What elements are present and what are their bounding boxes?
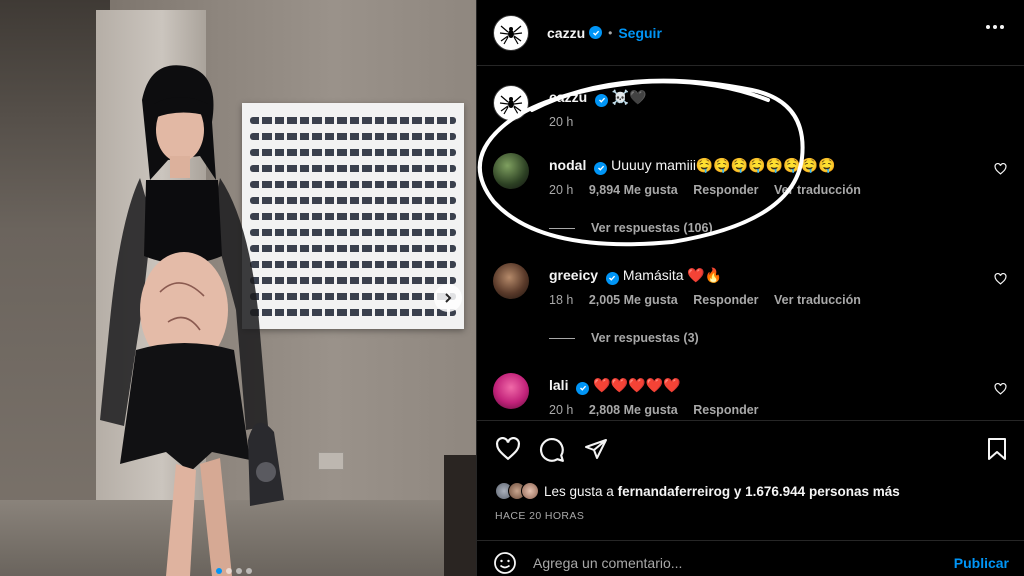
post-action-bar: [477, 420, 1024, 476]
heart-icon[interactable]: [495, 437, 521, 461]
carousel-dot: [236, 568, 242, 574]
comment-likes[interactable]: 2,005 Me gusta: [589, 293, 678, 307]
carousel-dots: [216, 568, 252, 574]
comment-icon[interactable]: [539, 437, 565, 463]
post-comment-button[interactable]: Publicar: [954, 555, 1009, 571]
comment-time: 18 h: [549, 293, 574, 307]
heart-icon[interactable]: [994, 273, 1007, 285]
comment-line: lali ❤️❤️❤️❤️❤️: [549, 377, 680, 395]
carousel-next-button[interactable]: [434, 284, 462, 312]
photo-wall-outlet: [318, 452, 344, 470]
comment-time: 20 h: [549, 183, 574, 197]
translate-button[interactable]: Ver traducción: [774, 183, 861, 197]
translate-button[interactable]: Ver traducción: [774, 293, 861, 307]
carousel-dot: [216, 568, 222, 574]
likes-count[interactable]: y 1.676.944 personas más: [734, 484, 900, 499]
view-replies-label: Ver respuestas (106): [591, 221, 713, 235]
replies-dash: [549, 337, 575, 339]
comment-item: lali ❤️❤️❤️❤️❤️ 20 h 2,808 Me gusta Resp…: [493, 373, 1013, 419]
carousel-dot: [226, 568, 232, 574]
post-time-ago: HACE 20 HORAS: [495, 510, 585, 522]
verified-badge-icon: [594, 161, 608, 175]
caption-text: ☠️🖤: [611, 89, 647, 105]
comment-text: Mamásita ❤️🔥: [622, 267, 723, 283]
comment-composer: Publicar: [477, 540, 1024, 576]
verified-badge-icon: [576, 381, 590, 395]
heart-icon[interactable]: [994, 163, 1007, 175]
view-replies-button[interactable]: Ver respuestas (3): [549, 331, 699, 345]
verified-badge-icon: [595, 93, 609, 107]
post-side-panel: cazzu • Seguir cazzu ☠️🖤 20 h nodal Uuuu…: [476, 0, 1024, 576]
view-replies-button[interactable]: Ver respuestas (106): [549, 221, 713, 235]
verified-badge-icon: [589, 26, 603, 39]
liker-avatar: [521, 482, 539, 500]
comment-meta: 20 h 9,894 Me gusta Responder Ver traduc…: [549, 183, 873, 197]
caption-username[interactable]: cazzu: [549, 89, 587, 105]
view-replies-label: Ver respuestas (3): [591, 331, 699, 345]
caption-meta: 20 h: [549, 115, 585, 129]
more-options-icon[interactable]: [985, 24, 1005, 30]
reply-button[interactable]: Responder: [693, 293, 758, 307]
photo-person-figure: [100, 65, 284, 576]
comment-item: nodal Uuuuy mamiii🤤🤤🤤🤤🤤🤤🤤🤤 20 h 9,894 Me…: [493, 153, 1013, 245]
comment-avatar[interactable]: [493, 373, 529, 409]
comment-item: greeicy Mamásita ❤️🔥 18 h 2,005 Me gusta…: [493, 263, 1013, 355]
comment-meta: 18 h 2,005 Me gusta Responder Ver traduc…: [549, 293, 873, 307]
carousel-dot: [246, 568, 252, 574]
share-icon[interactable]: [583, 437, 609, 461]
header-separator: •: [608, 25, 613, 40]
comment-username[interactable]: nodal: [549, 157, 586, 173]
post-photo[interactable]: [0, 0, 476, 576]
comment-text: ❤️❤️❤️❤️❤️: [593, 377, 681, 393]
spider-logo-icon: [499, 25, 523, 44]
photo-side-table: [444, 455, 476, 576]
likes-summary: Les gusta a fernandaferreirog y 1.676.94…: [495, 482, 900, 500]
comment-likes[interactable]: 2,808 Me gusta: [589, 403, 678, 417]
carousel-next-icon: [445, 293, 452, 303]
comment-line: greeicy Mamásita ❤️🔥: [549, 267, 722, 285]
spider-logo-icon: [499, 95, 523, 115]
caption-line: cazzu ☠️🖤: [549, 89, 647, 107]
comment-likes[interactable]: 9,894 Me gusta: [589, 183, 678, 197]
likes-prefix: Les gusta a: [544, 483, 614, 499]
comment-username[interactable]: greeicy: [549, 267, 598, 283]
author-avatar[interactable]: [493, 14, 529, 51]
emoji-icon[interactable]: [493, 551, 517, 575]
caption-time: 20 h: [549, 115, 574, 129]
author-username[interactable]: cazzu: [547, 25, 585, 41]
replies-dash: [549, 227, 575, 229]
likes-user[interactable]: fernandaferreirog: [618, 484, 731, 499]
comment-avatar[interactable]: [493, 153, 529, 189]
caption-avatar[interactable]: [493, 85, 529, 121]
comment-time: 20 h: [549, 403, 574, 417]
heart-icon[interactable]: [994, 383, 1007, 395]
comments-list[interactable]: cazzu ☠️🖤 20 h nodal Uuuuy mamiii🤤🤤🤤🤤🤤🤤🤤…: [477, 67, 1024, 419]
comment-input[interactable]: [533, 554, 954, 571]
comment-username[interactable]: lali: [549, 377, 568, 393]
liker-avatars: [495, 482, 539, 500]
follow-button[interactable]: Seguir: [618, 25, 662, 41]
comment-text: Uuuuy mamiii🤤🤤🤤🤤🤤🤤🤤🤤: [611, 157, 836, 173]
comment-meta: 20 h 2,808 Me gusta Responder: [549, 403, 771, 417]
reply-button[interactable]: Responder: [693, 183, 758, 197]
comment-line: nodal Uuuuy mamiii🤤🤤🤤🤤🤤🤤🤤🤤: [549, 157, 835, 175]
comment-avatar[interactable]: [493, 263, 529, 299]
post-header: cazzu • Seguir: [477, 0, 1024, 66]
reply-button[interactable]: Responder: [693, 403, 758, 417]
caption: cazzu ☠️🖤 20 h: [493, 85, 1013, 145]
verified-badge-icon: [605, 271, 619, 285]
bookmark-icon[interactable]: [987, 437, 1007, 461]
